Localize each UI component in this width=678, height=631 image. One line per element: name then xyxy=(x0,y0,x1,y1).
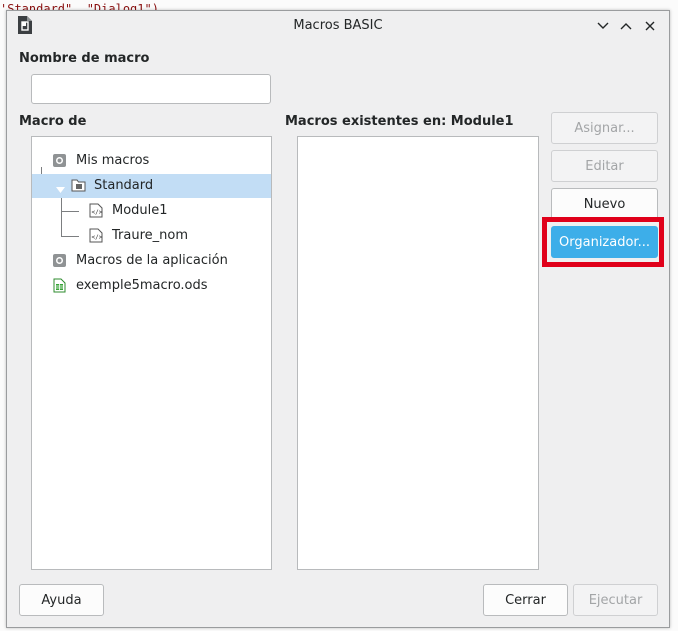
new-button[interactable]: Nuevo xyxy=(551,188,658,220)
highlight-annotation xyxy=(542,217,664,267)
macro-library-tree[interactable]: Mis macros Standard </> Module1 </> Trau… xyxy=(31,136,272,570)
chevron-down-icon[interactable] xyxy=(593,16,613,36)
library-icon xyxy=(52,153,67,172)
macro-name-label: Nombre de macro xyxy=(19,51,150,66)
basic-module-icon: </> xyxy=(89,203,103,222)
svg-text:</>: </> xyxy=(92,209,103,216)
spreadsheet-icon xyxy=(53,278,66,297)
tree-item-standard[interactable]: Standard xyxy=(32,174,271,198)
run-button[interactable]: Ejecutar xyxy=(573,584,658,616)
tree-item-label: Traure_nom xyxy=(112,228,188,243)
macros-dialog: Macros BASIC Nombre de macro Macro de Ma… xyxy=(6,10,670,628)
edit-button[interactable]: Editar xyxy=(551,150,658,182)
tree-item-label: exemple5macro.ods xyxy=(76,278,208,293)
chevron-up-icon[interactable] xyxy=(616,16,636,36)
macro-name-input[interactable] xyxy=(31,74,271,104)
dialog-title: Macros BASIC xyxy=(293,18,383,33)
macro-from-label: Macro de xyxy=(19,114,87,129)
basic-module-icon: </> xyxy=(89,228,103,247)
close-icon[interactable] xyxy=(640,16,660,36)
library-icon xyxy=(52,253,67,272)
tree-item-label: Macros de la aplicación xyxy=(76,253,228,268)
tree-item-traure-nom[interactable]: </> Traure_nom xyxy=(32,224,271,248)
tree-item-mis-macros[interactable]: Mis macros xyxy=(32,149,271,173)
svg-text:</>: </> xyxy=(92,234,103,241)
assign-button[interactable]: Asignar... xyxy=(551,112,658,144)
tree-item-label: Module1 xyxy=(112,203,168,218)
tree-item-label: Mis macros xyxy=(76,153,150,168)
existing-macros-list[interactable] xyxy=(297,136,539,570)
tree-item-module1[interactable]: </> Module1 xyxy=(32,199,271,223)
expand-triangle-icon[interactable] xyxy=(56,182,65,197)
close-button[interactable]: Cerrar xyxy=(483,584,568,616)
folder-icon xyxy=(71,178,86,196)
tree-item-label: Standard xyxy=(94,178,154,193)
tree-item-exemple5macro[interactable]: exemple5macro.ods xyxy=(32,274,271,298)
existing-macros-label: Macros existentes en: Module1 xyxy=(285,114,514,129)
tree-item-app-macros[interactable]: Macros de la aplicación xyxy=(32,249,271,273)
help-button[interactable]: Ayuda xyxy=(19,584,104,616)
title-bar: Macros BASIC xyxy=(7,11,669,41)
